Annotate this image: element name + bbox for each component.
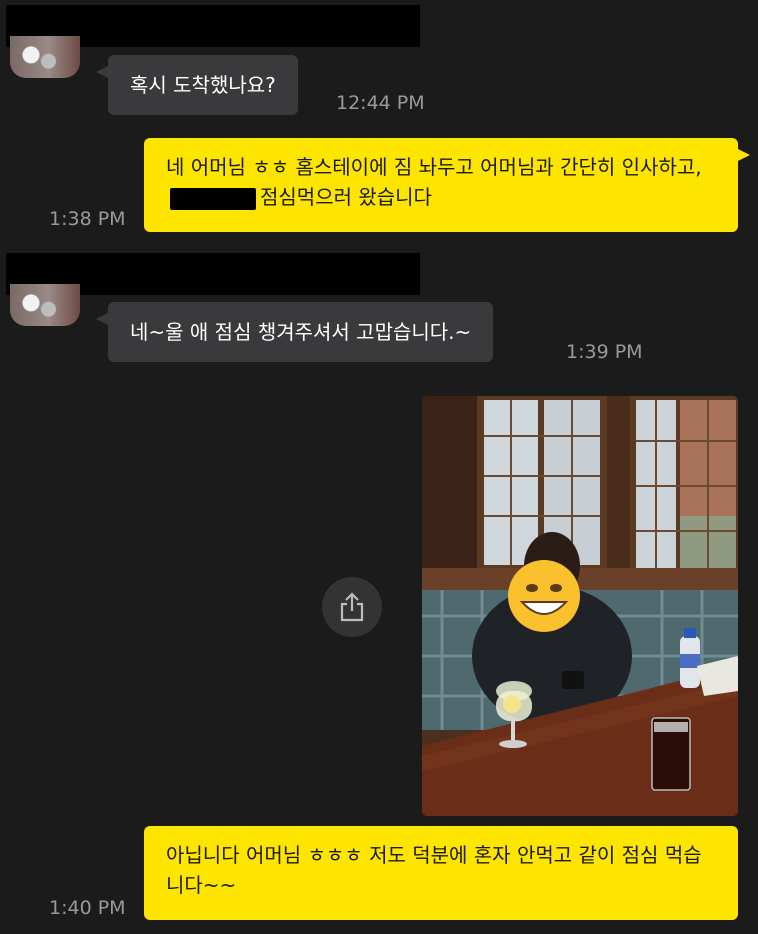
message-text: 네 어머님 ㅎㅎ 홈스테이에 짐 놔두고 어머님과 간단히 인사하고, [166,155,702,179]
message-timestamp: 1:38 PM [49,208,126,230]
photo-image [422,396,738,816]
contact-avatar[interactable] [10,284,80,326]
photo-message[interactable] [422,396,738,816]
message-text-continued: 점심먹으러 왔습니다 [260,185,432,209]
message-text: 아닙니다 어머님 ㅎㅎㅎ 저도 덕분에 혼자 안먹고 같이 점심 먹습니다~~ [166,843,702,897]
message-bubble-incoming[interactable]: 혹시 도착했나요? [96,55,298,115]
contact-avatar[interactable] [10,36,80,78]
message-timestamp: 1:39 PM [566,341,643,363]
share-button[interactable] [322,577,382,637]
message-bubble-outgoing[interactable]: 네 어머님 ㅎㅎ 홈스테이에 짐 놔두고 어머님과 간단히 인사하고, 점심먹으러… [144,138,750,232]
message-text: 혹시 도착했나요? [130,73,276,97]
message-timestamp: 12:44 PM [336,92,425,114]
message-bubble-outgoing[interactable]: 아닙니다 어머님 ㅎㅎㅎ 저도 덕분에 혼자 안먹고 같이 점심 먹습니다~~ [144,826,738,920]
share-icon [340,592,364,622]
message-timestamp: 1:40 PM [49,897,126,919]
message-text: 네~울 애 점심 챙겨주셔서 고맙습니다.~ [130,320,472,344]
redacted-text [170,187,256,210]
message-bubble-incoming[interactable]: 네~울 애 점심 챙겨주셔서 고맙습니다.~ [95,302,494,362]
